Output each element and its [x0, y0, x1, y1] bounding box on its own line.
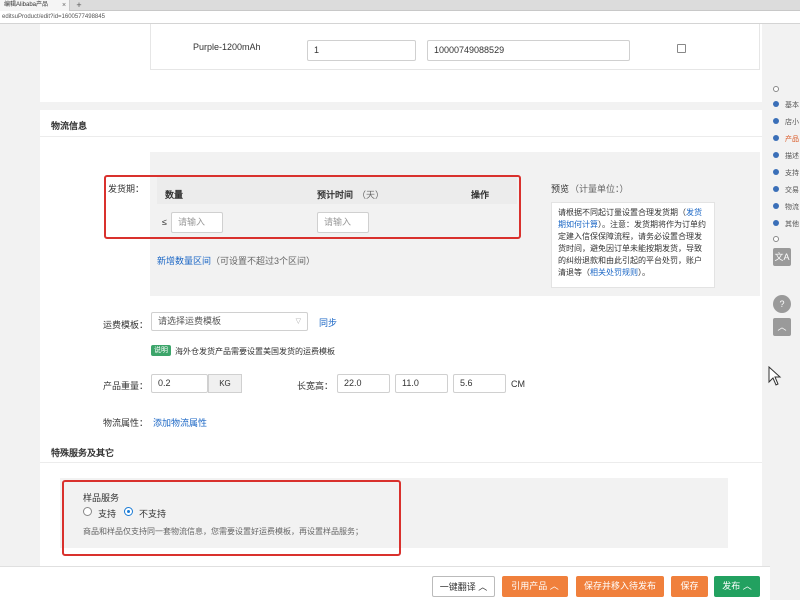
- special-services-title: 特殊服务及其它: [51, 448, 115, 458]
- quantity-input[interactable]: 请输入: [171, 212, 223, 233]
- sample-service-hint: 商品和样品仅支持同一套物流信息，您需要设置好运费模板，再设置样品服务；: [83, 527, 363, 536]
- divider: [40, 462, 762, 463]
- sidenav-item[interactable]: 物流: [785, 202, 799, 212]
- col-action: 操作: [471, 190, 490, 200]
- height-input[interactable]: 5.6: [453, 374, 506, 393]
- sidenav-item[interactable]: 支持: [785, 168, 799, 178]
- preview-text-1: 请根据不同起订量设置合理发货期（: [558, 208, 686, 217]
- variant-sku-input[interactable]: 10000749088529: [427, 40, 630, 61]
- help-icon[interactable]: ?: [773, 295, 791, 313]
- variant-card: Purple-1200mAh 1 10000749088529: [40, 24, 762, 102]
- penalty-rules-link[interactable]: 相关处罚规则: [590, 268, 638, 277]
- estimated-time-input[interactable]: 请输入: [317, 212, 369, 233]
- nav-bottom-dot: [773, 236, 779, 242]
- special-services-card: 特殊服务及其它 样品服务 支持 不支持 商品和样品仅支持同一套物流信息，您需要设…: [40, 438, 762, 566]
- tab-close-icon[interactable]: ×: [60, 0, 68, 11]
- page: Purple-1200mAh 1 10000749088529 物流信息 发货期…: [0, 24, 800, 600]
- back-to-top-icon[interactable]: ︿: [773, 318, 791, 336]
- sidenav-item[interactable]: 基本: [785, 100, 799, 110]
- nav-dot: [773, 220, 779, 226]
- col-quantity: 数量: [165, 190, 184, 200]
- option-support-label[interactable]: 支持: [98, 507, 116, 520]
- logistics-attribute-label: 物流属性：: [103, 418, 149, 428]
- shipping-template-select[interactable]: 请选择运费模板 ▽: [151, 312, 308, 331]
- preview-text-3: ）。: [638, 268, 650, 277]
- url-text: editsuProduct/edit?id=1600577498845: [2, 14, 105, 20]
- shipping-template-placeholder: 请选择运费模板: [158, 316, 222, 326]
- nav-dot: [773, 169, 779, 175]
- dimensions-unit: CM: [511, 379, 525, 389]
- quantity-prefix: ≤: [162, 217, 167, 227]
- nav-dot: [773, 118, 779, 124]
- tip-tag: 说明: [151, 345, 171, 356]
- sidenav-item[interactable]: 其他: [785, 219, 799, 229]
- sample-service-title: 样品服务: [83, 493, 120, 503]
- col-estimated-time: 预计时间: [317, 190, 354, 200]
- sidenav-item[interactable]: 描述: [785, 151, 799, 161]
- option-not-support-label[interactable]: 不支持: [139, 507, 166, 520]
- add-quantity-range-link[interactable]: 新增数量区间: [157, 254, 211, 267]
- sidenav-item[interactable]: 店小: [785, 117, 799, 127]
- preview-unit: （计量单位：）: [570, 184, 629, 194]
- tab-title: 编辑Alibaba产品: [4, 2, 49, 8]
- variant-checkbox[interactable]: [677, 44, 686, 53]
- save-move-to-publish-button[interactable]: 保存并移入待发布: [576, 576, 664, 597]
- nav-top-dot: [773, 86, 779, 92]
- preview-title: 预览: [551, 184, 570, 194]
- dimensions-label: 长宽高：: [297, 381, 334, 391]
- new-tab-button[interactable]: +: [74, 0, 84, 11]
- radio-support[interactable]: [83, 507, 92, 516]
- tip-text: 海外仓发货产品需要设置美国发货的运费模板: [175, 347, 335, 356]
- variant-quantity-input[interactable]: 1: [307, 40, 416, 61]
- weight-input[interactable]: 0.2: [151, 374, 208, 393]
- radio-not-support[interactable]: [124, 507, 133, 516]
- delivery-period-label: 发货期：: [108, 184, 145, 194]
- translate-icon[interactable]: 文A: [773, 248, 791, 266]
- preview-box: 请根据不同起订量设置合理发货期（发货期如何计算）。注意：发货期将作为订单约定建入…: [551, 202, 715, 288]
- browser-tab-bar: 编辑Alibaba产品 × +: [0, 0, 800, 11]
- nav-dot: [773, 186, 779, 192]
- length-input[interactable]: 22.0: [337, 374, 390, 393]
- col-time-unit: （天）: [357, 190, 385, 200]
- add-logistics-attribute-link[interactable]: 添加物流属性: [153, 416, 207, 429]
- sidenav-item[interactable]: 产品: [785, 134, 799, 144]
- nav-dot: [773, 203, 779, 209]
- width-input[interactable]: 11.0: [395, 374, 448, 393]
- logistics-card: 物流信息 发货期： 数量 预计时间 （天） 操作 ≤ 请输入 请输入 新增数量区…: [40, 110, 762, 451]
- add-range-hint: （可设置不超过3个区间）: [211, 256, 316, 266]
- sidenav-item[interactable]: 交易: [785, 185, 799, 195]
- chevron-down-icon: ▽: [295, 318, 301, 325]
- sync-link[interactable]: 同步: [319, 316, 337, 329]
- variant-name: Purple-1200mAh: [193, 42, 261, 52]
- mouse-cursor-icon: [768, 366, 782, 386]
- publish-button[interactable]: 发布 ︿: [714, 576, 760, 597]
- logistics-title: 物流信息: [51, 121, 88, 131]
- weight-label: 产品重量：: [103, 381, 149, 391]
- translate-button[interactable]: 一键翻译 ︿: [432, 576, 495, 597]
- address-bar[interactable]: editsuProduct/edit?id=1600577498845: [0, 11, 800, 24]
- divider: [40, 136, 762, 137]
- shipping-template-label: 运费模板：: [103, 320, 149, 330]
- nav-dot: [773, 152, 779, 158]
- weight-unit: KG: [208, 374, 242, 393]
- nav-dot: [773, 101, 779, 107]
- quote-product-button[interactable]: 引用产品 ︿: [502, 576, 568, 597]
- save-button[interactable]: 保存: [671, 576, 708, 597]
- nav-dot: [773, 135, 779, 141]
